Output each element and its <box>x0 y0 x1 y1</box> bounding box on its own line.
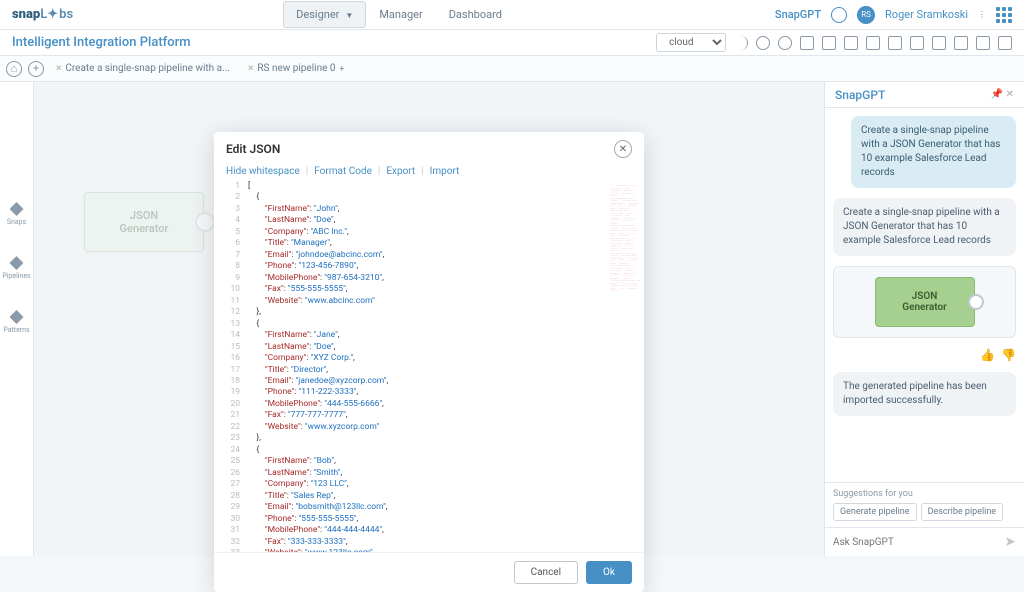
minimap-icon: [ { "FirstName": "John", "LastName": "Do… <box>610 185 640 385</box>
globe-icon[interactable] <box>831 7 847 23</box>
action-export[interactable]: Export <box>386 166 415 177</box>
history-icon[interactable] <box>756 36 770 50</box>
chat-title: SnapGPT <box>835 88 885 102</box>
rail-pipelines[interactable]: Pipelines <box>2 256 30 280</box>
action-import[interactable]: Import <box>430 166 460 177</box>
edit-json-modal: Edit JSON ✕ Hide whitespace| Format Code… <box>214 132 644 592</box>
add-tab-icon[interactable]: + <box>28 61 44 77</box>
chat-success-message: The generated pipeline has been imported… <box>833 372 1016 416</box>
calendar-icon[interactable] <box>800 36 814 50</box>
page-header: Intelligent Integration Platform cloud <box>0 30 1024 56</box>
modal-title: Edit JSON <box>226 142 280 156</box>
logo: snapL✦bs <box>12 7 73 22</box>
rail-patterns[interactable]: Patterns <box>3 310 29 334</box>
balance-icon[interactable] <box>954 36 968 50</box>
refresh-icon[interactable] <box>778 36 792 50</box>
share-icon[interactable] <box>888 36 902 50</box>
nav-manager[interactable]: Manager <box>366 1 435 28</box>
rail-snaps[interactable]: Snaps <box>7 202 26 226</box>
page-title: Intelligent Integration Platform <box>12 35 191 50</box>
topbar: snapL✦bs Designer▼ Manager Dashboard Sna… <box>0 0 1024 30</box>
action-format-code[interactable]: Format Code <box>314 166 372 177</box>
ok-button[interactable]: Ok <box>586 561 632 584</box>
upload-icon[interactable] <box>822 36 836 50</box>
download-icon[interactable] <box>844 36 858 50</box>
delete-icon[interactable] <box>910 36 924 50</box>
nav-dashboard[interactable]: Dashboard <box>436 1 515 28</box>
play-icon[interactable] <box>734 36 748 50</box>
pin-icon[interactable]: 📌 <box>991 89 1003 100</box>
json-editor[interactable]: 1[2 {3 "FirstName": "John",4 "LastName":… <box>214 181 644 552</box>
user-name: Roger Sramkoski <box>885 8 968 21</box>
thumbs-down-icon[interactable]: 👎 <box>1001 348 1016 362</box>
modal-close-icon[interactable]: ✕ <box>614 140 632 158</box>
tab-2[interactable]: ×RS new pipeline 0+ <box>242 61 350 76</box>
ask-input[interactable] <box>833 537 998 548</box>
close-panel-icon[interactable]: ✕ <box>1006 89 1014 100</box>
nav-designer[interactable]: Designer▼ <box>283 1 366 28</box>
apps-icon[interactable] <box>996 7 1012 23</box>
avatar[interactable]: RS <box>857 6 875 24</box>
grid-icon[interactable] <box>932 36 946 50</box>
send-icon[interactable]: ➤ <box>1004 534 1016 550</box>
suggestions-label: Suggestions for you <box>833 489 1016 499</box>
pipeline-preview[interactable]: JSON Generator <box>833 266 1016 338</box>
home-icon[interactable]: ⌂ <box>6 61 22 77</box>
modal-backdrop: Edit JSON ✕ Hide whitespace| Format Code… <box>34 82 824 556</box>
brand-label: SnapGPT <box>775 8 821 21</box>
chat-user-message: Create a single-snap pipeline with a JSO… <box>851 116 1016 188</box>
print-icon[interactable] <box>998 36 1012 50</box>
chat-assistant-message: Create a single-snap pipeline with a JSO… <box>833 198 1016 256</box>
cloud-select[interactable]: cloud <box>656 33 726 52</box>
pill-describe[interactable]: Describe pipeline <box>921 503 1004 521</box>
preview-connector-icon <box>968 294 984 310</box>
action-hide-whitespace[interactable]: Hide whitespace <box>226 166 300 177</box>
link-icon[interactable] <box>976 36 990 50</box>
left-rail: Snaps Pipelines Patterns <box>0 82 34 556</box>
copy-icon[interactable] <box>866 36 880 50</box>
tab-1[interactable]: ×Create a single-snap pipeline with a... <box>50 61 236 76</box>
chat-panel: SnapGPT 📌 ✕ Create a single-snap pipelin… <box>824 82 1024 556</box>
toolbar <box>734 36 1012 50</box>
tabs-row: ⌂ + ×Create a single-snap pipeline with … <box>0 56 1024 82</box>
cancel-button[interactable]: Cancel <box>514 561 578 584</box>
pill-generate[interactable]: Generate pipeline <box>833 503 917 521</box>
thumbs-up-icon[interactable]: 👍 <box>980 348 995 362</box>
